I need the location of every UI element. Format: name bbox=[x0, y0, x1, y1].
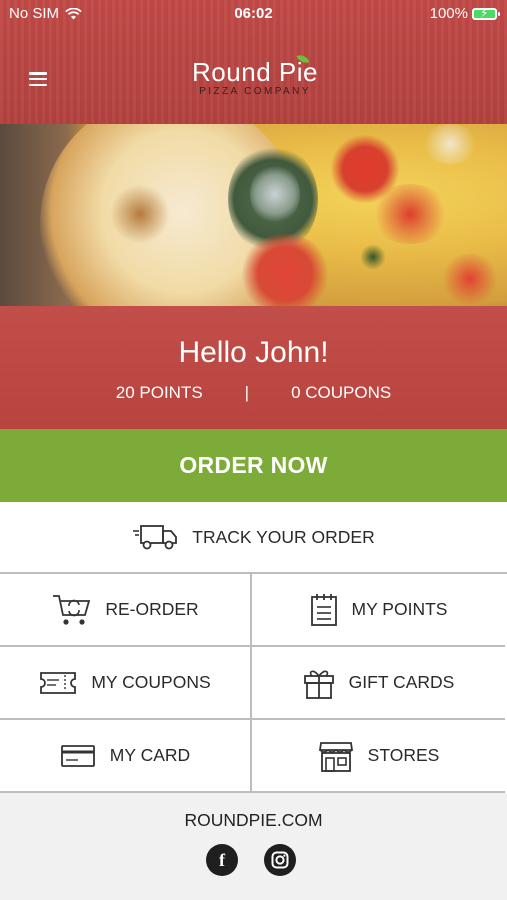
gift-cards-button[interactable]: GIFT CARDS bbox=[252, 647, 505, 720]
gift-cards-label: GIFT CARDS bbox=[348, 672, 455, 692]
greeting-panel: Hello John! 20 POINTS | 0 COUPONS bbox=[0, 306, 507, 429]
notepad-icon bbox=[310, 593, 337, 626]
stats-separator: | bbox=[244, 383, 250, 402]
website-link[interactable]: ROUNDPIE.COM bbox=[0, 810, 507, 831]
reorder-label: RE-ORDER bbox=[105, 599, 199, 619]
reorder-button[interactable]: RE-ORDER bbox=[0, 574, 252, 647]
hero-pizza-image bbox=[0, 124, 507, 306]
my-points-button[interactable]: MY POINTS bbox=[252, 574, 505, 647]
instagram-icon[interactable] bbox=[264, 844, 296, 876]
battery-icon: ⚡ bbox=[472, 6, 500, 20]
battery-percent: 100% bbox=[429, 5, 468, 22]
storefront-icon bbox=[318, 741, 353, 772]
track-order-button[interactable]: TRACK YOUR ORDER bbox=[0, 502, 507, 574]
rewards-summary: 20 POINTS | 0 COUPONS bbox=[0, 383, 507, 403]
credit-card-icon bbox=[60, 744, 95, 767]
main-menu: TRACK YOUR ORDER RE-ORDER MY POINTS MY C… bbox=[0, 502, 507, 793]
delivery-truck-icon bbox=[133, 525, 178, 550]
footer: ROUNDPIE.COM f bbox=[0, 796, 507, 900]
hamburger-icon[interactable] bbox=[29, 72, 47, 86]
my-coupons-button[interactable]: MY COUPONS bbox=[0, 647, 252, 720]
round-pie-logo: Round Pie PIZZA COMPANY bbox=[180, 52, 330, 104]
gift-icon bbox=[303, 670, 334, 699]
my-card-button[interactable]: MY CARD bbox=[0, 720, 252, 793]
facebook-icon[interactable]: f bbox=[206, 844, 238, 876]
logo-subtitle: PIZZA COMPANY bbox=[199, 86, 311, 97]
status-bar: No SIM 06:02 100% ⚡ bbox=[0, 0, 507, 28]
track-order-label: TRACK YOUR ORDER bbox=[192, 526, 375, 547]
coupons-count[interactable]: 0 COUPONS bbox=[291, 383, 391, 403]
stores-label: STORES bbox=[367, 745, 440, 765]
ticket-icon bbox=[40, 671, 77, 694]
points-count[interactable]: 20 POINTS bbox=[116, 383, 203, 403]
order-now-button[interactable]: ORDER NOW bbox=[0, 429, 507, 502]
my-card-label: MY CARD bbox=[109, 745, 191, 765]
cart-refresh-icon bbox=[53, 594, 91, 625]
my-points-label: MY POINTS bbox=[351, 599, 448, 619]
greeting-title: Hello John! bbox=[178, 336, 329, 369]
stores-button[interactable]: STORES bbox=[252, 720, 505, 793]
my-coupons-label: MY COUPONS bbox=[91, 672, 211, 692]
